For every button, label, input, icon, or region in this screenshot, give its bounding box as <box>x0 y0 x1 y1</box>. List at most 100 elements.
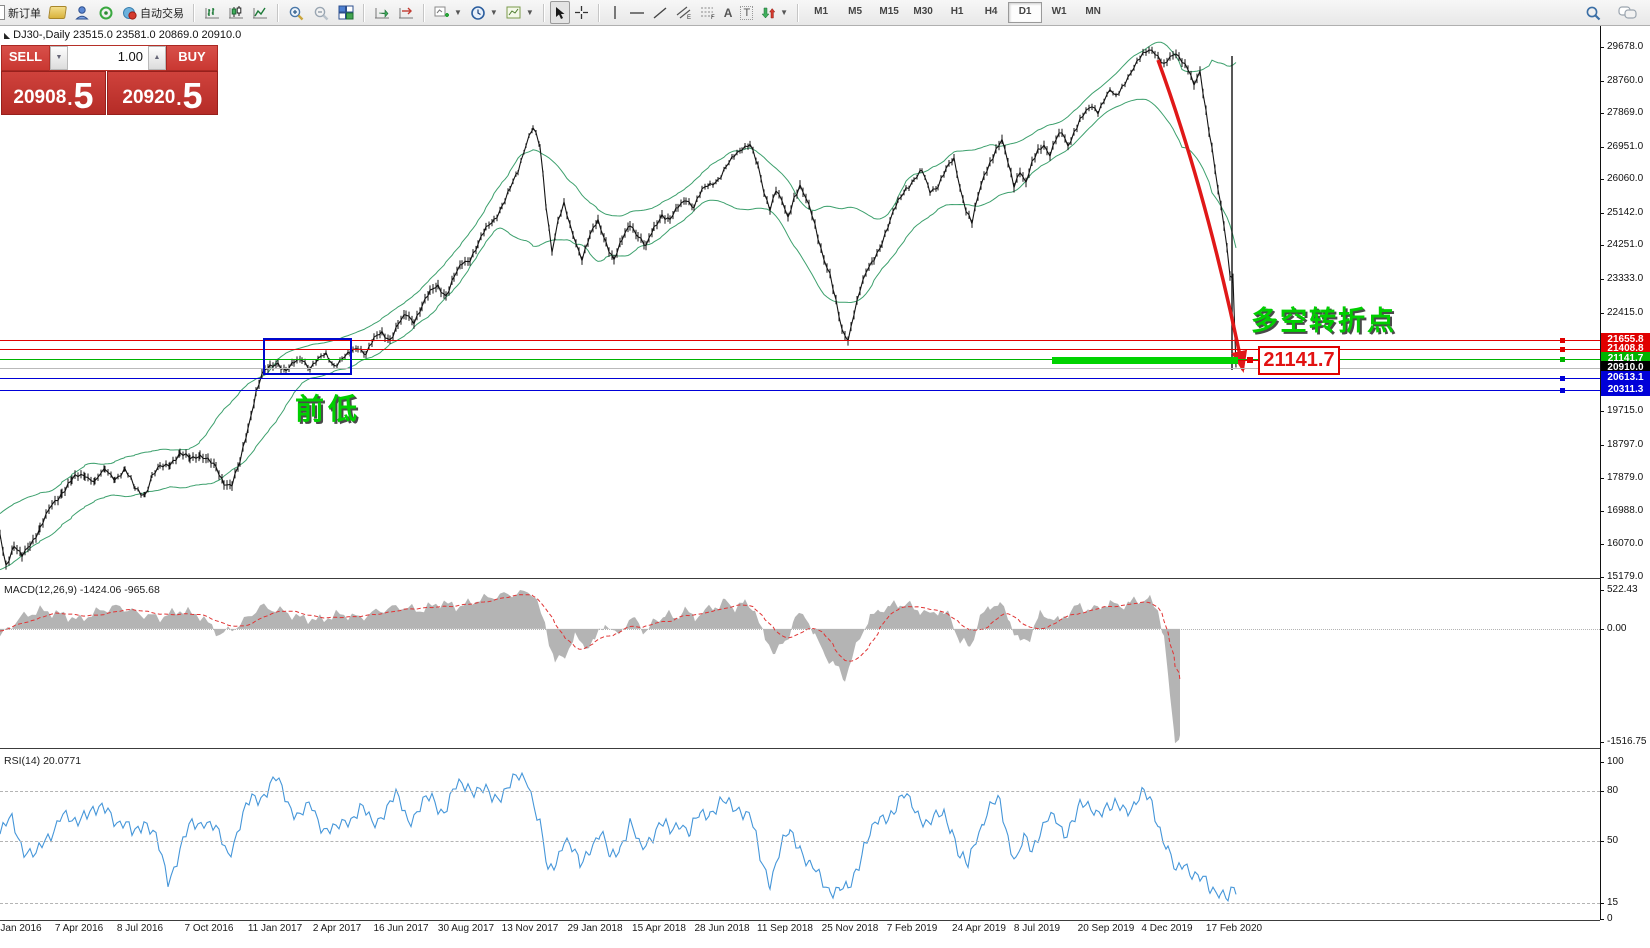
arrows-button[interactable]: ▼ <box>757 1 792 24</box>
horizontal-line-button[interactable] <box>625 1 649 24</box>
price-level-label-support-20311: 20311.3 <box>1601 383 1650 396</box>
timeframe-M15[interactable]: M15 <box>872 2 906 23</box>
templates-button[interactable]: ▼ <box>502 1 538 24</box>
buy-button[interactable]: BUY <box>166 45 218 71</box>
macd-tick-label: 0.00 <box>1607 623 1626 634</box>
chart-title: ◣DJ30-,Daily 23515.0 23581.0 20869.0 209… <box>4 29 241 41</box>
chart-shift-button[interactable] <box>394 1 418 24</box>
zoom-in-button[interactable] <box>284 1 309 24</box>
pivot-highlight-bar[interactable] <box>1052 357 1238 364</box>
autotrading-button[interactable]: 自动交易 <box>118 1 188 24</box>
crosshair-button[interactable] <box>570 1 593 24</box>
time-axis-label: 15 Apr 2018 <box>632 923 686 934</box>
chevron-down-icon: ▼ <box>526 8 534 17</box>
price-level-label-resistance-21408: 21408.8 <box>1601 342 1650 355</box>
time-axis-label: 30 Aug 2017 <box>438 923 494 934</box>
timeframe-M5[interactable]: M5 <box>838 2 872 23</box>
price-tick-label: 23333.0 <box>1607 273 1643 284</box>
rsi-tick-label: 80 <box>1607 785 1618 796</box>
accounts-icon <box>74 5 90 20</box>
chat-icon <box>1618 5 1638 21</box>
fibonacci-button[interactable]: F <box>696 1 720 24</box>
order-book-button[interactable] <box>45 1 70 24</box>
volume-decrease-button[interactable]: ▼ <box>50 46 68 70</box>
price-level-label-bid-price: 20910.0 <box>1601 361 1650 374</box>
line-chart-button[interactable] <box>248 1 272 24</box>
crosshair-icon <box>574 5 589 20</box>
text-label-button[interactable]: T <box>736 1 757 24</box>
bar-chart-button[interactable] <box>200 1 224 24</box>
new-order-button[interactable]: 新订单 <box>0 1 45 24</box>
search-button[interactable] <box>1581 1 1606 24</box>
price-tick-label: 26060.0 <box>1607 173 1643 184</box>
time-axis-label: 24 Apr 2019 <box>952 923 1006 934</box>
trendline-button[interactable] <box>649 1 672 24</box>
pivot-price-callout[interactable]: 21141.7 <box>1258 346 1340 375</box>
rsi-panel[interactable] <box>0 752 1600 920</box>
time-axis-label: 25 Nov 2018 <box>822 923 879 934</box>
turning-point-label: 多空转折点 <box>1251 299 1396 338</box>
timeframe-D1[interactable]: D1 <box>1008 2 1042 23</box>
volume-increase-button[interactable]: ▲ <box>148 46 166 70</box>
toolbar-separator <box>363 4 365 22</box>
timeframe-W1[interactable]: W1 <box>1042 2 1076 23</box>
price-tick-label: 26951.0 <box>1607 141 1643 152</box>
price-level-label-support-20613: 20613.1 <box>1601 371 1650 384</box>
rsi-label: RSI(14) 20.0771 <box>4 755 81 767</box>
new-order-icon <box>0 5 5 20</box>
price-tick-label: 16988.0 <box>1607 505 1643 516</box>
timeframe-group: M1M5M15M30H1H4D1W1MN <box>802 0 1112 25</box>
mt4-window: 新订单 自动交 <box>0 0 1650 948</box>
buy-price[interactable]: 20920.5 <box>107 71 218 115</box>
consolidation-rectangle[interactable] <box>263 338 352 375</box>
time-axis-label: 11 Sep 2018 <box>757 923 813 934</box>
tile-windows-button[interactable] <box>334 1 358 24</box>
volume-value[interactable]: 1.00 <box>68 46 148 70</box>
svg-text:F: F <box>711 15 715 20</box>
sell-button[interactable]: SELL <box>1 45 50 71</box>
community-button[interactable] <box>94 1 118 24</box>
price-tick-label: 25142.0 <box>1607 207 1643 218</box>
trendline-icon <box>653 6 668 20</box>
equidistant-channel-button[interactable]: E <box>672 1 696 24</box>
time-axis-label: 17 Feb 2020 <box>1206 923 1262 934</box>
tile-windows-icon <box>338 5 354 20</box>
time-axis-label: 8 Jul 2019 <box>1014 923 1060 934</box>
timeframe-H4[interactable]: H4 <box>974 2 1008 23</box>
macd-tick-label: -1516.75 <box>1607 736 1646 747</box>
timeframe-M1[interactable]: M1 <box>804 2 838 23</box>
volume-stepper[interactable]: ▼ 1.00 ▲ <box>49 45 167 71</box>
time-axis-label: Jan 2016 <box>0 923 41 934</box>
candlestick-chart-button[interactable] <box>224 1 248 24</box>
zoom-out-icon <box>313 5 330 21</box>
vertical-line-button[interactable] <box>605 1 625 24</box>
timeframe-M30[interactable]: M30 <box>906 2 940 23</box>
time-axis-label: 13 Nov 2017 <box>502 923 559 934</box>
macd-panel[interactable] <box>0 582 1600 748</box>
text-button[interactable]: A <box>720 1 737 24</box>
price-tick-label: 19715.0 <box>1607 405 1643 416</box>
zoom-out-button[interactable] <box>309 1 334 24</box>
macd-histogram <box>0 590 1180 743</box>
timeframe-H1[interactable]: H1 <box>940 2 974 23</box>
accounts-button[interactable] <box>70 1 94 24</box>
time-axis-label: 20 Sep 2019 <box>1078 923 1135 934</box>
zoom-in-icon <box>288 5 305 21</box>
auto-scroll-button[interactable] <box>370 1 394 24</box>
cursor-button[interactable] <box>550 1 570 24</box>
line-chart-icon <box>252 5 268 20</box>
timeframe-MN[interactable]: MN <box>1076 2 1110 23</box>
sell-price[interactable]: 20908.5 <box>1 71 106 115</box>
drop-arrow[interactable] <box>1158 60 1243 370</box>
new-chart-button[interactable]: ▼ <box>430 1 466 24</box>
periods-button[interactable]: ▼ <box>466 1 502 24</box>
horizontal-line-icon <box>629 6 645 20</box>
chat-button[interactable] <box>1614 1 1642 24</box>
level-handle[interactable] <box>1247 357 1253 363</box>
price-tick-label: 24251.0 <box>1607 239 1643 250</box>
previous-low-label: 前低 <box>295 386 361 428</box>
time-axis-label: 4 Dec 2019 <box>1141 923 1192 934</box>
bar-chart-icon <box>204 5 220 20</box>
price-tick-label: 22415.0 <box>1607 307 1643 318</box>
toolbar-separator <box>193 4 195 22</box>
